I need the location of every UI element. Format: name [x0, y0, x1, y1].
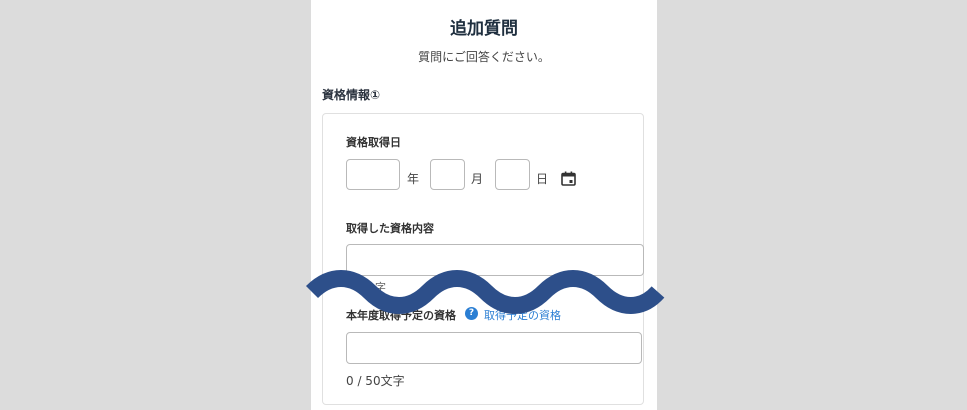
acquisition-date-label: 資格取得日 — [346, 136, 401, 149]
page-title: 追加質問 — [450, 19, 518, 39]
question-panel: 追加質問 質問にご回答ください。 資格情報① 資格取得日 年 月 日 取得した資… — [311, 0, 657, 410]
year-unit-label: 年 — [407, 172, 420, 186]
month-input[interactable] — [430, 159, 465, 190]
acquired-qualification-label: 取得した資格内容 — [346, 222, 434, 235]
omission-wave-divider — [305, 270, 665, 314]
day-input[interactable] — [495, 159, 530, 190]
planned-qualification-input[interactable] — [346, 332, 642, 364]
day-unit-label: 日 — [536, 172, 549, 186]
year-input[interactable] — [346, 159, 400, 190]
page-subtitle: 質問にご回答ください。 — [418, 50, 550, 64]
qualification-card: 資格取得日 年 月 日 取得した資格内容 字 本年度取得予定の資格 ? 取得予定… — [322, 113, 644, 405]
planned-qualification-char-count: 0 / 50文字 — [346, 374, 405, 388]
month-unit-label: 月 — [471, 172, 484, 186]
section-heading: 資格情報① — [322, 88, 381, 102]
calendar-icon[interactable] — [561, 171, 576, 186]
